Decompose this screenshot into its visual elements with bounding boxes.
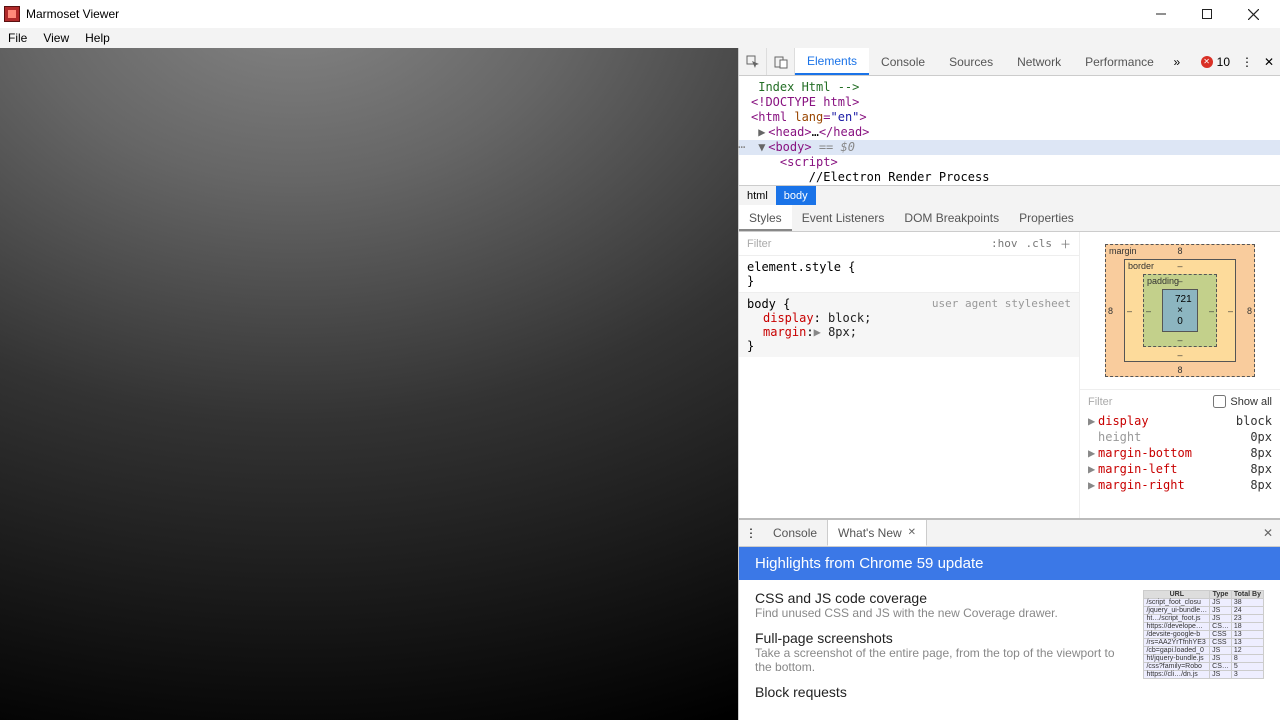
titlebar: Marmoset Viewer	[0, 0, 1280, 28]
styles-tabbar: Styles Event Listeners DOM Breakpoints P…	[739, 205, 1280, 232]
box-model[interactable]: margin 8 8 8 8 border – – – –	[1080, 232, 1280, 389]
error-count: 10	[1217, 55, 1230, 69]
tab-sources[interactable]: Sources	[937, 48, 1005, 75]
devtools-close-icon[interactable]: ✕	[1258, 48, 1280, 75]
computed-row[interactable]: ▶margin-bottom8px	[1080, 445, 1280, 461]
styles-tab-properties[interactable]: Properties	[1009, 205, 1084, 231]
box-content-size: 721 × 0	[1162, 289, 1198, 332]
dom-line[interactable]: //Electron Render Process	[739, 170, 1280, 185]
menu-help[interactable]: Help	[85, 31, 110, 45]
breadcrumb: html body	[739, 185, 1280, 205]
minimize-button[interactable]	[1138, 0, 1184, 28]
viewer-canvas[interactable]	[0, 48, 738, 720]
drawer-menu-icon[interactable]: ⋮	[739, 520, 763, 546]
css-selector: element.style {	[747, 260, 1071, 274]
tab-elements[interactable]: Elements	[795, 48, 869, 75]
cls-toggle[interactable]: .cls	[1026, 237, 1053, 250]
app-icon	[4, 6, 20, 22]
error-badge[interactable]: ✕10	[1195, 48, 1236, 75]
computed-row[interactable]: height0px	[1080, 429, 1280, 445]
more-tabs-icon[interactable]: »	[1166, 48, 1188, 75]
whatsnew-item[interactable]: Block requests	[755, 684, 1123, 700]
css-prop: display	[763, 311, 814, 325]
styles-tab-dombreakpoints[interactable]: DOM Breakpoints	[894, 205, 1009, 231]
window-title: Marmoset Viewer	[26, 7, 119, 21]
css-rule[interactable]: element.style { }	[739, 256, 1079, 292]
tab-network[interactable]: Network	[1005, 48, 1073, 75]
css-source: user agent stylesheet	[932, 297, 1071, 310]
dom-line[interactable]: <html lang="en">	[739, 110, 1280, 125]
computed-row[interactable]: ▶margin-left8px	[1080, 461, 1280, 477]
css-brace: }	[747, 339, 1071, 353]
dom-line-selected[interactable]: ▼<body> == $0	[739, 140, 1280, 155]
css-rule[interactable]: user agent stylesheet body { display: bl…	[739, 292, 1079, 357]
menubar: File View Help	[0, 28, 1280, 48]
styles-filter-input[interactable]: Filter	[747, 238, 771, 250]
close-icon[interactable]: ✕	[908, 527, 916, 538]
whatsnew-thumbnail: URLTypeTotal By/script_foot_closuJS38/jq…	[1143, 590, 1264, 710]
css-val: block;	[828, 311, 871, 325]
drawer-tab-console[interactable]: Console	[763, 520, 827, 546]
styles-panel: Filter :hov .cls ＋ element.style { } use…	[739, 232, 1080, 518]
dom-line[interactable]: ▶<head>…</head>	[739, 125, 1280, 140]
maximize-button[interactable]	[1184, 0, 1230, 28]
styles-tab-eventlisteners[interactable]: Event Listeners	[792, 205, 895, 231]
whatsnew-list: CSS and JS code coverageFind unused CSS …	[755, 590, 1123, 710]
drawer-tab-whatsnew[interactable]: What's New✕	[827, 520, 927, 546]
css-brace: }	[747, 274, 1071, 288]
whatsnew-item[interactable]: CSS and JS code coverageFind unused CSS …	[755, 590, 1123, 620]
devtools-tabbar: Elements Console Sources Network Perform…	[739, 48, 1280, 76]
styles-tab-styles[interactable]: Styles	[739, 205, 792, 231]
whatsnew-banner: Highlights from Chrome 59 update	[739, 547, 1280, 580]
show-all-checkbox[interactable]: Show all	[1213, 395, 1272, 408]
css-val: 8px;	[828, 325, 857, 339]
devtools: Elements Console Sources Network Perform…	[738, 48, 1280, 720]
whatsnew-item[interactable]: Full-page screenshotsTake a screenshot o…	[755, 630, 1123, 674]
dom-line[interactable]: <!DOCTYPE html>	[739, 95, 1280, 110]
computed-row[interactable]: ▶margin-right8px	[1080, 477, 1280, 493]
drawer-close-icon[interactable]: ✕	[1256, 520, 1280, 546]
crumb-html[interactable]: html	[739, 186, 776, 205]
drawer: ⋮ Console What's New✕ ✕ Highlights from …	[739, 518, 1280, 720]
tab-console[interactable]: Console	[869, 48, 937, 75]
devtools-menu-icon[interactable]: ⋮	[1236, 48, 1258, 75]
computed-row[interactable]: ▶displayblock	[1080, 413, 1280, 429]
css-prop: margin	[763, 325, 806, 339]
crumb-body[interactable]: body	[776, 186, 816, 205]
hov-toggle[interactable]: :hov	[991, 237, 1018, 250]
device-toolbar-icon[interactable]	[767, 48, 795, 75]
tab-performance[interactable]: Performance	[1073, 48, 1166, 75]
computed-filter-input[interactable]: Filter	[1088, 396, 1112, 408]
add-rule-icon[interactable]: ＋	[1060, 236, 1071, 252]
dom-tree[interactable]: Index Html --> <!DOCTYPE html> <html lan…	[739, 76, 1280, 185]
computed-list[interactable]: ▶displayblockheight0px▶margin-bottom8px▶…	[1080, 413, 1280, 493]
dom-line[interactable]: <script>	[739, 155, 1280, 170]
inspect-element-icon[interactable]	[739, 48, 767, 75]
menu-file[interactable]: File	[8, 31, 27, 45]
close-button[interactable]	[1230, 0, 1276, 28]
computed-panel: margin 8 8 8 8 border – – – –	[1080, 232, 1280, 518]
menu-view[interactable]: View	[43, 31, 69, 45]
dom-line[interactable]: Index Html -->	[739, 80, 1280, 95]
